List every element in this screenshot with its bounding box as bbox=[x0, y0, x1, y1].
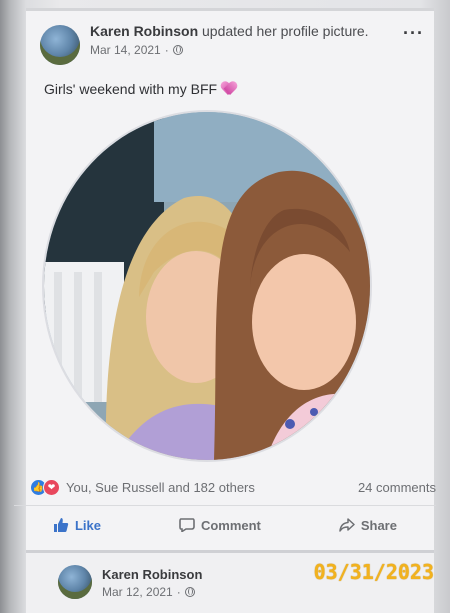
like-label: Like bbox=[74, 517, 101, 533]
avatar[interactable] bbox=[40, 25, 80, 65]
reactions-summary[interactable]: 👍 ❤ You, Sue Russell and 182 others 24 c… bbox=[30, 478, 438, 498]
reaction-icons: 👍 ❤ bbox=[30, 479, 60, 496]
like-button[interactable]: Like bbox=[53, 517, 101, 533]
post-header-text: Karen Robinson updated her profile pictu… bbox=[90, 23, 369, 57]
globe-icon bbox=[172, 45, 183, 55]
photo-date-stamp: 03/31/2023 bbox=[313, 560, 434, 584]
author-name[interactable]: Karen Robinson bbox=[90, 23, 198, 39]
more-options-icon[interactable]: ··· bbox=[403, 23, 424, 44]
post-action-text: updated her profile picture. bbox=[202, 23, 369, 39]
post-actions: Like Comment Share bbox=[14, 512, 436, 538]
share-icon bbox=[339, 518, 355, 532]
action-divider bbox=[14, 505, 436, 506]
profile-photo-image bbox=[44, 112, 370, 460]
thumbs-up-icon bbox=[53, 518, 69, 532]
post-date[interactable]: Mar 14, 2021 bbox=[90, 43, 161, 57]
comment-icon bbox=[179, 518, 195, 532]
caption-text: Girls' weekend with my BFF bbox=[44, 81, 218, 97]
post-meta: Mar 14, 2021 · bbox=[90, 43, 369, 57]
post-header: Karen Robinson updated her profile pictu… bbox=[40, 23, 426, 67]
avatar[interactable] bbox=[58, 565, 92, 599]
post-date[interactable]: Mar 12, 2021 bbox=[102, 585, 173, 599]
profile-photo[interactable] bbox=[44, 112, 370, 460]
reaction-names[interactable]: You, Sue Russell and 182 others bbox=[66, 480, 255, 495]
love-reaction-icon: ❤ bbox=[43, 479, 60, 496]
author-name[interactable]: Karen Robinson bbox=[102, 567, 202, 582]
share-label: Share bbox=[360, 517, 397, 533]
globe-icon bbox=[184, 587, 195, 597]
comment-button[interactable]: Comment bbox=[179, 518, 261, 533]
post-title: Karen Robinson updated her profile pictu… bbox=[90, 23, 369, 39]
sparkling-heart-icon bbox=[221, 82, 237, 96]
post-caption: Girls' weekend with my BFF bbox=[44, 81, 237, 97]
next-post-header: Karen Robinson Mar 12, 2021 · bbox=[102, 567, 202, 599]
share-button[interactable]: Share bbox=[339, 518, 397, 533]
comment-label: Comment bbox=[200, 517, 261, 533]
comments-count[interactable]: 24 comments bbox=[358, 480, 436, 495]
post-meta: Mar 12, 2021 · bbox=[102, 585, 202, 599]
